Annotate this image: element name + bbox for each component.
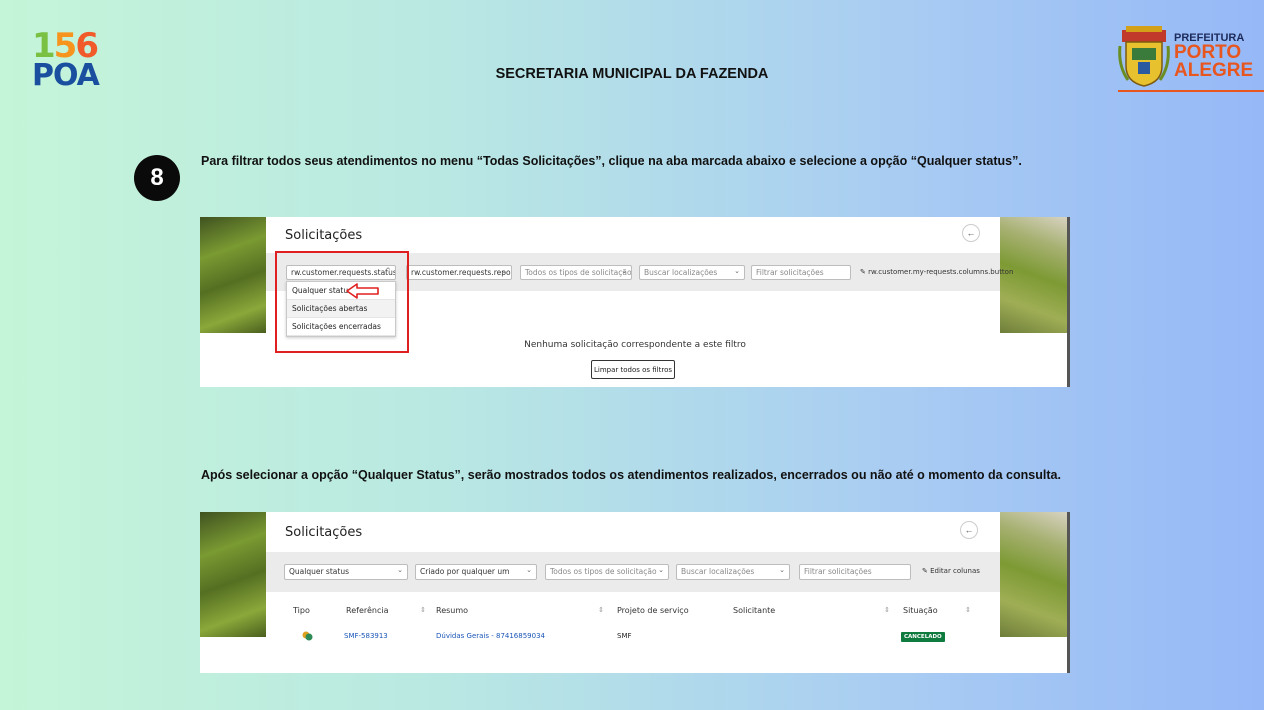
column-header-tipo[interactable]: Tipo (293, 606, 310, 615)
step-instruction: Para filtrar todos seus atendimentos no … (201, 154, 1022, 168)
screenshot-filter-menu: Solicitações ← rw.customer.requests.stat… (200, 217, 1070, 387)
back-button[interactable]: ← (960, 521, 978, 539)
coat-of-arms-icon (1118, 26, 1170, 87)
156-poa-logo: 156 POA (32, 26, 100, 93)
chevron-down-icon: ⌄ (621, 267, 627, 275)
explanation-text: Após selecionar a opção “Qualquer Status… (201, 468, 1061, 482)
requests-title: Solicitações (285, 228, 363, 243)
search-input[interactable]: Filtrar solicitações (751, 265, 851, 280)
columns-button[interactable]: ✎ rw.customer.my-requests.columns.button (860, 268, 1013, 276)
search-input[interactable]: Filtrar solicitações (799, 564, 911, 580)
chevron-down-icon: ⌄ (734, 267, 740, 275)
sort-icon[interactable]: ⇕ (884, 606, 890, 614)
sort-icon[interactable]: ⇕ (965, 606, 971, 614)
location-filter-select[interactable]: Buscar localizações ⌄ (676, 564, 790, 580)
status-filter-select[interactable]: Qualquer status ⌄ (284, 564, 408, 580)
pointer-arrow-icon (346, 283, 379, 299)
chevron-down-icon: ⌄ (397, 566, 403, 574)
column-header-situacao[interactable]: Situação (903, 606, 938, 615)
type-filter-select[interactable]: Todos os tipos de solicitação ⌄ (545, 564, 669, 580)
column-header-projeto[interactable]: Projeto de serviço (617, 606, 689, 615)
request-summary-link[interactable]: Dúvidas Gerais - 87416859034 (436, 632, 545, 640)
empty-state-message: Nenhuma solicitação correspondente a est… (524, 340, 746, 350)
screenshot-results: Solicitações ← Qualquer status ⌄ Criado p… (200, 512, 1070, 673)
prefeitura-logo: PREFEITURA PORTO ALEGRE (1118, 26, 1264, 94)
status-badge: CANCELADO (901, 632, 945, 642)
background-grass-left (200, 217, 266, 333)
request-project: SMF (617, 632, 632, 640)
requests-title: Solicitações (285, 525, 363, 540)
type-filter-select[interactable]: Todos os tipos de solicitação ⌄ (520, 265, 632, 280)
request-type-icon (302, 631, 313, 641)
column-header-solicitante[interactable]: Solicitante (733, 606, 775, 615)
chevron-down-icon: ⌄ (658, 566, 664, 574)
sort-icon[interactable]: ⇕ (598, 606, 604, 614)
pencil-icon: ✎ (860, 268, 869, 276)
step-number-badge: 8 (134, 155, 180, 201)
clear-filters-button[interactable]: Limpar todos os filtros (591, 360, 675, 379)
edit-columns-button[interactable]: ✎ Editar colunas (922, 567, 980, 575)
creator-filter-select[interactable]: Criado por qualquer um ⌄ (415, 564, 537, 580)
back-button[interactable]: ← (962, 224, 980, 242)
request-reference-link[interactable]: SMF-583913 (344, 632, 388, 640)
location-filter-select[interactable]: Buscar localizações ⌄ (639, 265, 745, 280)
column-header-resumo[interactable]: Resumo (436, 606, 468, 615)
report-filter-select[interactable]: rw.customer.requests.repo... ⌄ (406, 265, 512, 280)
chevron-down-icon: ⌄ (779, 566, 785, 574)
chevron-down-icon: ⌄ (501, 267, 507, 275)
column-header-referencia[interactable]: Referência (346, 606, 389, 615)
background-grass-left (200, 512, 266, 637)
background-grass-right (1000, 512, 1068, 637)
highlight-frame (275, 251, 409, 353)
brand-underline (1118, 90, 1264, 92)
pencil-icon: ✎ (922, 567, 931, 575)
chevron-down-icon: ⌄ (526, 566, 532, 574)
sort-icon[interactable]: ⇕ (420, 606, 426, 614)
page-title: SECRETARIA MUNICIPAL DA FAZENDA (495, 66, 769, 82)
